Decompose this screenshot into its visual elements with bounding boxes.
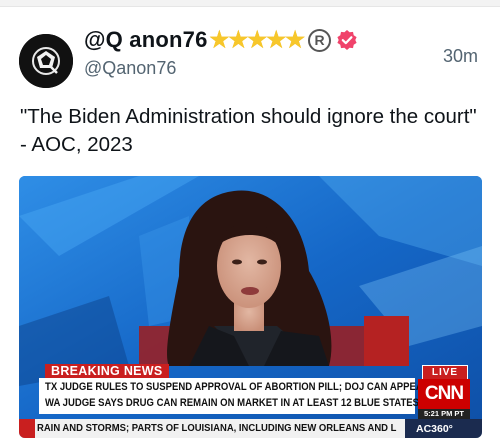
- username[interactable]: @Qanon76: [84, 58, 176, 79]
- star-icon: ★: [209, 27, 230, 52]
- breaking-news-label: BREAKING NEWS: [45, 364, 169, 378]
- show-label: AC360°: [416, 423, 453, 435]
- star-icon: ★: [285, 27, 306, 52]
- timestamp[interactable]: 30m: [443, 46, 478, 67]
- display-name[interactable]: @Q anon76: [84, 27, 208, 53]
- post-media[interactable]: BREAKING NEWS TX JUDGE RULES TO SUSPEND …: [19, 176, 482, 438]
- live-badge: LIVE: [422, 365, 468, 380]
- star-icon: ★: [266, 27, 287, 52]
- ticker-text: RAIN AND STORMS; PARTS OF LOUISIANA, INC…: [37, 423, 397, 434]
- headline-line-1: TX JUDGE RULES TO SUSPEND APPROVAL OF AB…: [45, 381, 432, 393]
- star-icon: ★: [228, 27, 249, 52]
- news-headline: TX JUDGE RULES TO SUSPEND APPROVAL OF AB…: [39, 378, 432, 414]
- verified-badge-icon: [337, 30, 357, 50]
- top-divider: [0, 0, 500, 7]
- star-icon: ★: [247, 27, 268, 52]
- ticker-accent: [19, 419, 35, 438]
- registered-mark-icon: R: [308, 28, 332, 52]
- broadcast-time: 5:21 PM PT: [418, 409, 470, 419]
- network-logo: CNN: [418, 379, 470, 409]
- avatar-logo-icon: [19, 34, 73, 88]
- post-text: "The Biden Administration should ignore …: [20, 105, 477, 156]
- star-rating: ★ ★ ★ ★ ★: [210, 29, 305, 51]
- display-name-row[interactable]: @Q anon76 ★ ★ ★ ★ ★ R: [84, 27, 358, 53]
- bottom-ticker: RAIN AND STORMS; PARTS OF LOUISIANA, INC…: [19, 419, 482, 438]
- headline-line-2: WA JUDGE SAYS DRUG CAN REMAIN ON MARKET …: [45, 397, 419, 409]
- avatar[interactable]: [19, 34, 73, 88]
